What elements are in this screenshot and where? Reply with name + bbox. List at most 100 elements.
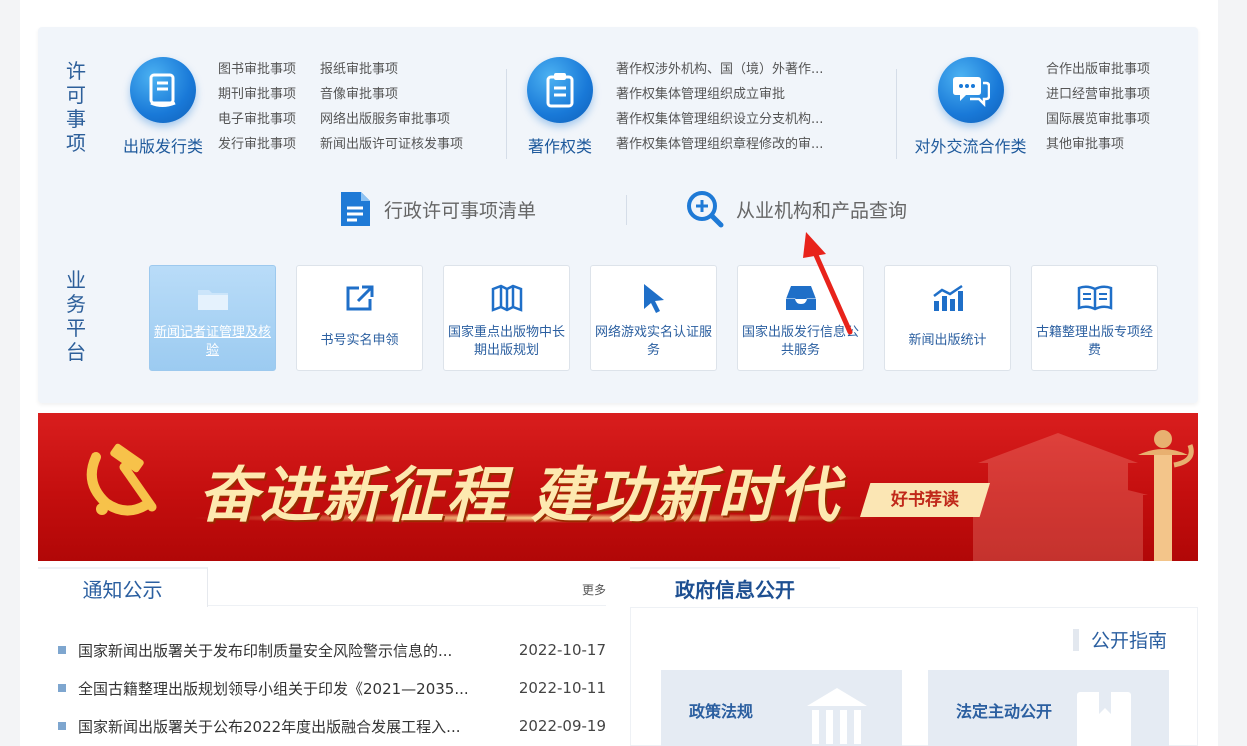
external-link-icon [297,282,422,314]
book-icon [130,57,196,123]
tile-label[interactable]: 古籍整理出版专项经费 [1032,324,1157,360]
category-publishing[interactable]: 出版发行类 [108,57,218,157]
building-icon [807,688,867,744]
divider [626,195,627,225]
guide-bar [1072,628,1079,651]
notice-panel: 通知公示 更多 国家新闻出版署关于发布印制质量安全风险警示信息的... 2022… [38,567,606,746]
gov-info-panel: 政府信息公开 公开指南 政策法规 法定主动公开 [630,567,1198,746]
institution-product-query-link[interactable]: 从业机构和产品查询 [686,190,907,228]
document-list-icon [341,192,370,226]
notice-tab[interactable]: 通知公示 [38,567,208,607]
tile-press-card[interactable]: 新闻记者证管理及核验 [149,265,276,371]
promo-banner[interactable]: 奋进新征程 建功新时代 好书荐读 [38,413,1198,561]
hammer-sickle-icon [86,443,157,516]
platform-section-title: 业 务 平 台 [61,268,91,364]
tile-publishing-info[interactable]: 国家出版发行信息公共服务 [737,265,864,371]
notice-list: 国家新闻出版署关于发布印制质量安全风险警示信息的... 2022-10-17 全… [58,631,606,745]
banner-tag: 好书荐读 [860,483,990,517]
link-item[interactable]: 著作权涉外机构、国（境）外著作... [616,57,823,82]
guide-label[interactable]: 公开指南 [1091,626,1167,653]
publishing-links: 图书审批事项 报纸审批事项 期刊审批事项 音像审批事项 电子审批事项 网络出版服务审批… [218,57,463,157]
link-item[interactable]: 著作权集体管理组织成立审批 [616,82,785,107]
tile-publication-plan[interactable]: 国家重点出版物中长期出版规划 [443,265,570,371]
banner-slogan: 奋进新征程 建功新时代 [198,461,841,531]
category-label[interactable]: 著作权类 [505,133,615,157]
platform-title-char: 平 [66,316,86,340]
bookmark-icon [1077,692,1131,746]
notice-date: 2022-10-17 [518,641,606,659]
policy-card[interactable]: 政策法规 [661,670,902,746]
category-label[interactable]: 出版发行类 [108,133,218,157]
tile-statistics[interactable]: 新闻出版统计 [884,265,1011,371]
folder-icon [150,282,275,314]
link-item[interactable]: 新闻出版许可证核发事项 [320,132,463,157]
list-item[interactable]: 国家新闻出版署关于公布2022年度出版融合发展工程入... 2022-09-19 [58,707,606,745]
notice-date: 2022-09-19 [518,717,606,735]
licensing-title-char: 事 [66,107,86,131]
link-item[interactable]: 电子审批事项 [218,107,320,132]
notice-title[interactable]: 国家新闻出版署关于公布2022年度出版融合发展工程入... [78,716,486,737]
admin-license-list-link[interactable]: 行政许可事项清单 [338,190,536,228]
platform-title-char: 业 [66,268,86,292]
cursor-icon [591,282,716,314]
category-label[interactable]: 对外交流合作类 [908,133,1033,157]
gov-info-tab[interactable]: 政府信息公开 [630,567,840,607]
card-label[interactable]: 政策法规 [689,698,753,722]
link-item[interactable]: 发行审批事项 [218,132,320,157]
bullet [58,684,66,692]
bullet [58,722,66,730]
bar-chart-icon [885,282,1010,314]
platform-title-char: 台 [66,340,86,364]
category-copyright[interactable]: 著作权类 [505,57,615,157]
quick-link-label[interactable]: 行政许可事项清单 [384,196,536,223]
list-item[interactable]: 全国古籍整理出版规划领导小组关于印发《2021—2035... 2022-10-… [58,669,606,707]
link-item[interactable]: 著作权集体管理组织设立分支机构... [616,107,823,132]
clipboard-icon [527,57,593,123]
card-label[interactable]: 法定主动公开 [956,698,1052,722]
copyright-links: 著作权涉外机构、国（境）外著作... 著作权集体管理组织成立审批 著作权集体管理… [616,57,823,157]
list-item[interactable]: 国家新闻出版署关于发布印制质量安全风险警示信息的... 2022-10-17 [58,631,606,669]
link-item[interactable]: 报纸审批事项 [320,57,398,82]
foreign-links: 合作出版审批事项 进口经营审批事项 国际展览审批事项 其他审批事项 [1046,57,1150,157]
link-item[interactable]: 国际展览审批事项 [1046,107,1150,132]
tile-label[interactable]: 国家出版发行信息公共服务 [738,324,863,360]
notice-title[interactable]: 国家新闻出版署关于发布印制质量安全风险警示信息的... [78,640,486,661]
tile-label[interactable]: 网络游戏实名认证服务 [591,324,716,360]
disclosure-guide-link[interactable]: 公开指南 [1072,626,1167,653]
link-item[interactable]: 进口经营审批事项 [1046,82,1150,107]
notice-date: 2022-10-11 [518,679,606,697]
tile-label[interactable]: 国家重点出版物中长期出版规划 [444,324,569,360]
notice-title[interactable]: 全国古籍整理出版规划领导小组关于印发《2021—2035... [78,678,486,699]
category-foreign-exchange[interactable]: 对外交流合作类 [908,57,1033,157]
tile-label[interactable]: 书号实名申领 [297,332,422,350]
gov-info-body: 公开指南 政策法规 法定主动公开 [630,607,1198,746]
link-item[interactable]: 期刊审批事项 [218,82,320,107]
proactive-disclosure-card[interactable]: 法定主动公开 [928,670,1169,746]
platform-title-char: 务 [66,292,86,316]
tile-label[interactable]: 新闻出版统计 [885,332,1010,350]
divider [896,69,897,159]
link-item[interactable]: 合作出版审批事项 [1046,57,1150,82]
licensing-title-char: 许 [66,59,86,83]
tile-game-realname[interactable]: 网络游戏实名认证服务 [590,265,717,371]
page: 许 可 事 项 出版发行类 图书审批事项 报纸审批事项 期刊审批事项 音像审批事项 … [20,0,1218,746]
divider [208,605,606,606]
inbox-icon [738,282,863,314]
magnifier-plus-icon [687,191,724,228]
licensing-title-char: 项 [66,131,86,155]
licensing-title-char: 可 [66,83,86,107]
quick-link-label[interactable]: 从业机构和产品查询 [736,196,907,223]
tile-ancient-books[interactable]: 古籍整理出版专项经费 [1031,265,1158,371]
licensing-section-title: 许 可 事 项 [61,59,91,155]
link-item[interactable]: 图书审批事项 [218,57,320,82]
service-panel: 许 可 事 项 出版发行类 图书审批事项 报纸审批事项 期刊审批事项 音像审批事项 … [38,27,1198,403]
more-link[interactable]: 更多 [582,581,606,598]
map-icon [444,282,569,314]
link-item[interactable]: 著作权集体管理组织章程修改的审... [616,132,823,157]
huabiao-pillar-icon [1138,430,1194,561]
tile-label[interactable]: 新闻记者证管理及核验 [150,324,275,360]
link-item[interactable]: 网络出版服务审批事项 [320,107,450,132]
tile-isbn[interactable]: 书号实名申领 [296,265,423,371]
link-item[interactable]: 其他审批事项 [1046,132,1124,157]
link-item[interactable]: 音像审批事项 [320,82,398,107]
